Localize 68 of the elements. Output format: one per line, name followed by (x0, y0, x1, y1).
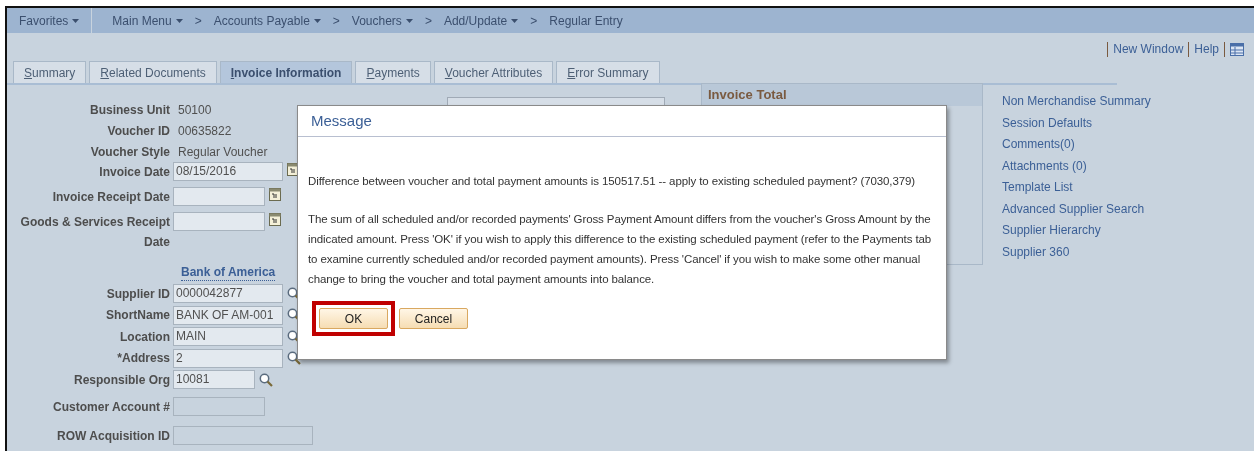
lookup-field[interactable]: BANK OF AM-001 (173, 305, 283, 325)
caret-icon (175, 18, 183, 23)
lookup-field[interactable]: MAIN (173, 327, 283, 347)
nav-link[interactable]: Add/Update (443, 11, 519, 30)
tab[interactable]: Error Summary (556, 61, 660, 83)
date-field[interactable]: 08/15/2016 (173, 162, 283, 181)
breadcrumb-separator: > (424, 12, 432, 30)
side-link[interactable]: Attachments (0) (1002, 155, 1151, 177)
field-label: Voucher Style (89, 143, 171, 161)
nav-link[interactable]: Vouchers (351, 11, 413, 30)
supplier-name-link[interactable]: Bank of America (181, 265, 276, 281)
caret-icon (313, 18, 321, 23)
date-field[interactable] (173, 187, 265, 206)
grid-icon[interactable] (1230, 42, 1244, 56)
field-label: Customer Account # (52, 398, 171, 416)
input-field[interactable] (173, 426, 313, 445)
lookup-field[interactable]: 0000042877 (173, 284, 283, 304)
header-link[interactable]: Help (1194, 40, 1219, 58)
lookup-field[interactable]: 10081 (173, 370, 255, 390)
panel-title: Invoice Total (708, 86, 787, 104)
field-value: 00635822 (177, 122, 232, 140)
calendar-icon[interactable] (269, 187, 281, 201)
date-field[interactable] (173, 212, 265, 231)
caret-icon (405, 18, 413, 23)
field-label: Voucher ID (106, 122, 171, 140)
breadcrumb-separator: > (332, 12, 340, 30)
caret-icon (511, 18, 519, 23)
side-link[interactable]: Comments(0) (1002, 134, 1151, 156)
breadcrumb-separator: > (194, 12, 202, 30)
field-value: 50100 (177, 101, 212, 119)
header-link[interactable]: New Window (1113, 40, 1184, 58)
field-label: Goods & Services Receipt Date (19, 214, 171, 251)
field-label: *Address (116, 350, 171, 368)
field-label: Supplier ID (105, 285, 171, 303)
nav-link[interactable]: Main Menu (112, 11, 183, 30)
tab[interactable]: Summary (13, 61, 87, 83)
tab[interactable]: Voucher Attributes (433, 61, 554, 83)
tab[interactable]: Related Documents (89, 61, 217, 83)
field-label: Business Unit (89, 101, 171, 119)
field-label: ShortName (105, 307, 171, 325)
side-link[interactable]: Supplier Hierarchy (1002, 220, 1151, 242)
field-label: Location (119, 328, 171, 346)
field-label: ROW Acquisition ID (56, 427, 171, 445)
caret-icon (72, 18, 80, 23)
dialog-button[interactable]: OK (319, 308, 388, 329)
nav-link[interactable]: Accounts Payable (213, 11, 321, 30)
tab[interactable]: Payments (355, 61, 431, 83)
message-text: Difference between voucher and total payment amounts is 150517.51 -- apply to existing scheduled payment? (7030,379) (308, 174, 917, 189)
dialog-title: Message (311, 110, 372, 131)
nav-link[interactable]: Regular Entry (549, 11, 623, 30)
field-label: Responsible Org (72, 371, 171, 389)
field-label: Invoice Date (98, 164, 171, 181)
tab[interactable]: Invoice Information (219, 61, 353, 83)
breadcrumb-separator: > (530, 12, 538, 30)
side-link[interactable]: Supplier 360 (1002, 241, 1151, 263)
side-link[interactable]: Non Merchandise Summary (1002, 91, 1151, 113)
field-value: Regular Voucher (177, 143, 268, 161)
search-icon[interactable] (287, 351, 301, 366)
calendar-icon[interactable] (269, 212, 281, 226)
side-link[interactable]: Session Defaults (1002, 112, 1151, 134)
search-icon[interactable] (259, 372, 273, 387)
side-link[interactable]: Advanced Supplier Search (1002, 198, 1151, 220)
dialog-button[interactable]: Cancel (399, 308, 468, 329)
input-field[interactable] (173, 397, 265, 416)
lookup-field[interactable]: 2 (173, 348, 283, 368)
side-link[interactable]: Template List (1002, 177, 1151, 199)
message-text: The sum of all scheduled and/or recorded payments' Gross Payment Amount differs from the voucher's Gross Amount by the indicated amount. Press 'OK' if you wish to apply this difference to the existing scheduled payment (refer to the Payments tab to examine currently scheduled and/or recorded payment amounts). Press 'Cancel' if you wish to make some other manual change to bring the voucher and total payment amounts into balance. (308, 212, 933, 287)
field-label: Invoice Receipt Date (51, 189, 171, 206)
